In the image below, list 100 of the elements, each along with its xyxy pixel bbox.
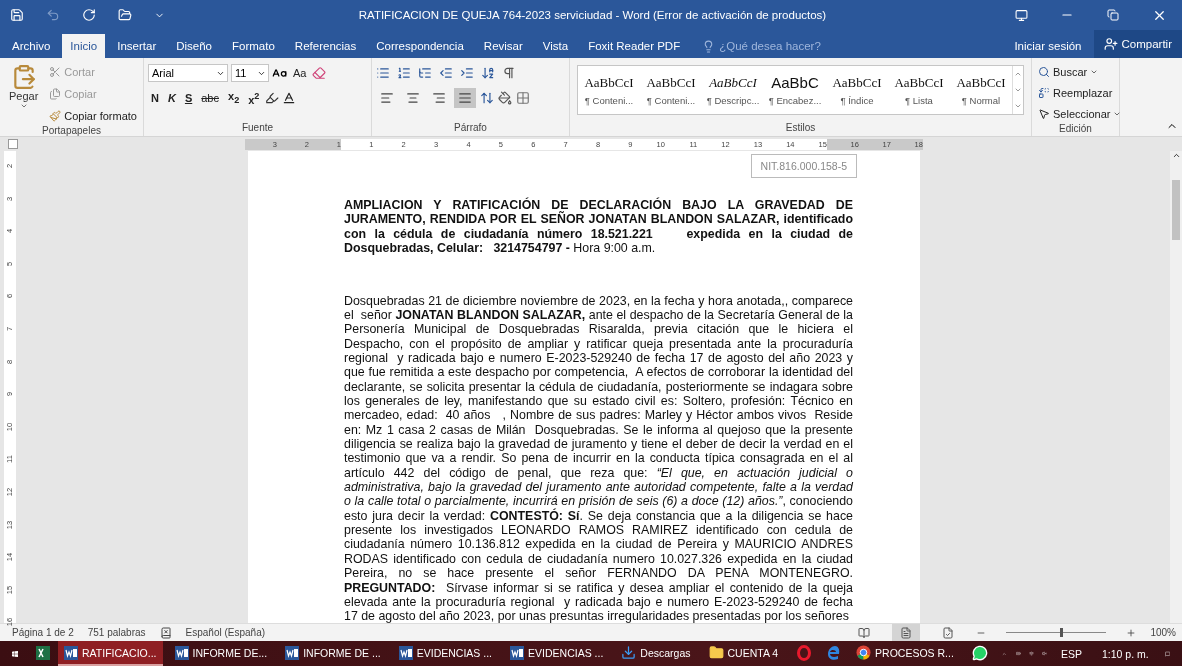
view-icon [942,626,955,639]
replace-button[interactable]: Reemplazar [1036,83,1124,102]
align-icon [380,91,394,105]
scrollbar-thumb[interactable] [1172,180,1180,240]
font-color-icon[interactable] [282,91,297,105]
taskbar-item[interactable]: INFORME DE... [168,641,274,666]
chat-app-icon [971,644,988,661]
save-icon[interactable] [10,8,24,22]
input-language[interactable]: ESP [1061,647,1082,660]
style-item[interactable]: AaBbCcI ¶ Índice [826,66,888,114]
window-title: RATIFICACION DE QUEJA 764-2023 serviciudad - Word (Error de activación de productos) [357,9,828,21]
line-spacing-icon[interactable] [480,91,494,105]
bullets-icon[interactable] [376,66,390,80]
document-app-icon [174,645,189,660]
taskbar-item[interactable]: EVIDENCIAS ... [504,641,610,666]
taskbar-item[interactable]: EVIDENCIAS ... [392,641,499,666]
increase-indent-icon[interactable] [460,66,474,80]
document-heading: AMPLIACION Y RATIFICACIÓN DE DECLARACIÓN BAJO LA GRAVEDAD DE JURAMENTO, RENDIDA POR EL SEÑOR JONATAN BLANDON SALAZAR, identificado con la cédula de ciudadanía número 18.521.221 expedida en la ciudad de Dosquebradas, Celular: 3214754797 - Hora 9:00 a.m. [344,198,853,256]
style-item[interactable]: AaBbCcI ¶ Conteni... [640,66,702,114]
style-item[interactable]: AaBbCcI ¶ Lista [888,66,950,114]
ribbon-tab[interactable]: Formato [224,34,283,58]
restore-icon [1107,9,1119,21]
group-label: Estilos [785,122,816,135]
ribbon-tab[interactable]: Inicio [62,34,106,58]
monitor-icon [1014,8,1028,22]
font-size-field[interactable]: 11 [231,64,269,82]
caret-down-icon [1014,86,1022,94]
sort-icon[interactable] [481,66,495,80]
vertical-scrollbar[interactable] [1170,151,1182,623]
underline-button[interactable]: S [181,88,196,108]
superscript-button[interactable]: x$^{2}$ [245,88,263,108]
ribbon-tab[interactable]: Insertar [109,34,165,58]
paint-bucket-icon[interactable] [498,91,512,105]
ribbon-tab[interactable]: Archivo [4,34,59,58]
change-case-button[interactable]: Aa [290,63,310,83]
scroll-up-icon [1171,151,1181,160]
bold-button[interactable]: N [148,88,162,108]
taskbar-item[interactable]: PROCESOS R... [850,641,960,666]
align-icon [458,91,472,105]
zoom-percent[interactable]: 100% [1150,627,1176,638]
taskbar-item[interactable]: INFORME DE ... [279,641,387,666]
share-button[interactable]: Compartir [1093,30,1182,58]
subscript-button[interactable]: x$_{2}$ [225,88,243,108]
search-icon [1038,65,1050,78]
word-count[interactable]: 751 palabras [87,627,146,638]
group-label: Fuente [241,122,274,135]
paste-button[interactable]: Pegar [4,62,44,125]
more-icon [1014,102,1022,110]
eraser-icon[interactable] [312,66,327,80]
font-name-field[interactable]: Arial [148,64,228,82]
zoom-thumb[interactable] [1060,628,1064,637]
ring-app-icon [796,644,813,661]
gallery-scroller[interactable] [1012,66,1023,114]
redo-icon[interactable] [82,8,96,22]
multilevel-list-icon[interactable] [418,66,432,80]
ribbon-tab[interactable]: Referencias [286,34,365,58]
select-button[interactable]: Seleccionar [1036,104,1124,123]
tab-selector[interactable] [8,139,18,149]
format-painter-button[interactable]: Copiar formato [47,106,139,125]
group-label: Edición [1059,123,1092,136]
zoom-in-icon[interactable] [1126,627,1137,638]
style-item[interactable]: AaBbC ¶ Encabez... [764,66,826,114]
taskbar-item[interactable]: Descargas [615,641,697,666]
style-item[interactable]: AaBbCcI ¶ Descripc... [702,66,764,114]
pilcrow-icon[interactable] [502,66,516,80]
view-icon [858,626,871,639]
borders-icon[interactable] [516,91,530,105]
decrease-indent-icon[interactable] [439,66,453,80]
spreadsheet-app-icon [36,645,50,660]
proofing-icon[interactable] [159,626,172,639]
numbering-icon[interactable] [397,66,411,80]
page-count[interactable]: Página 1 de 2 [12,627,74,638]
sign-in-link[interactable]: Iniciar sesión [1008,34,1088,58]
view-icon [900,626,913,639]
strikethrough-button[interactable]: abc [198,88,222,108]
pointer-icon [1038,107,1050,120]
folder-icon [708,645,724,660]
group-label: Portapapeles [42,125,101,138]
taskbar-item[interactable]: RATIFICACIO... [58,641,163,666]
italic-button[interactable]: K [164,88,179,108]
ribbon-tab[interactable]: Foxit Reader PDF [580,34,689,58]
ribbon-tab[interactable]: Vista [534,34,577,58]
browser-app-icon [856,645,872,660]
align-button[interactable] [454,88,476,108]
ribbon-tab[interactable]: Diseño [168,34,221,58]
document-app-icon [398,645,413,660]
ribbon-tab[interactable]: Revisar [475,34,531,58]
undo-icon[interactable] [46,8,60,22]
highlighter-icon[interactable] [265,91,280,105]
folder-icon[interactable] [118,8,132,22]
taskbar-item[interactable]: CUENTA 4 [702,641,785,666]
clock[interactable]: 1:10 p. m. [1102,647,1149,660]
style-item[interactable]: AaBbCcI ¶ Conteni... [578,66,640,114]
tell-me-field[interactable]: ¿Qué desea hacer? [702,34,821,58]
language-label[interactable]: Español (España) [185,627,266,638]
style-item[interactable]: AaBbCcI ¶ Normal [950,66,1012,114]
find-button[interactable]: Buscar [1036,62,1124,81]
view-button[interactable] [892,624,921,641]
scissors-icon [49,65,62,78]
ribbon-tab[interactable]: Correspondencia [368,34,472,58]
